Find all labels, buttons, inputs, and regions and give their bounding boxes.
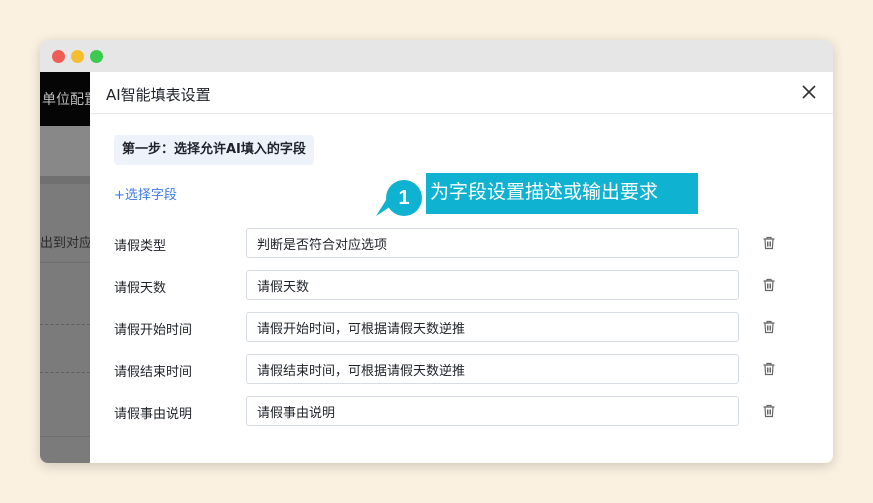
field-row: 请假开始时间 <box>114 312 833 344</box>
field-description-input[interactable] <box>246 354 739 384</box>
background-divider <box>40 324 90 325</box>
background-divider <box>40 176 90 184</box>
trash-icon[interactable] <box>762 404 776 418</box>
background-header-text: 单位配置 <box>42 92 90 108</box>
close-window-button[interactable] <box>52 50 65 63</box>
trash-icon[interactable] <box>762 278 776 292</box>
field-label: 请假事由说明 <box>114 407 193 422</box>
background-divider <box>40 436 90 437</box>
field-label: 请假开始时间 <box>114 323 193 338</box>
background-divider <box>40 262 90 263</box>
app-window: 单位配置 出到对应的 AI智能填表设置 第一步：选择允许AI填入的字段 +选择字… <box>40 40 833 463</box>
field-row: 请假天数 <box>114 270 833 302</box>
minimize-window-button[interactable] <box>71 50 84 63</box>
dialog-title: AI智能填表设置 <box>106 86 211 104</box>
field-label: 请假天数 <box>114 281 167 296</box>
trash-icon[interactable] <box>762 362 776 376</box>
background-app: 单位配置 出到对应的 <box>40 72 90 463</box>
background-header: 单位配置 <box>40 72 90 126</box>
field-description-input[interactable] <box>246 228 739 258</box>
ai-fill-settings-dialog: AI智能填表设置 第一步：选择允许AI填入的字段 +选择字段 请假类型请假天数请… <box>90 72 833 463</box>
add-field-link[interactable]: +选择字段 <box>114 184 177 203</box>
window-titlebar <box>40 40 833 72</box>
field-label: 请假结束时间 <box>114 365 193 380</box>
trash-icon[interactable] <box>762 236 776 250</box>
maximize-window-button[interactable] <box>90 50 103 63</box>
trash-icon[interactable] <box>762 320 776 334</box>
field-row: 请假结束时间 <box>114 354 833 386</box>
field-description-input[interactable] <box>246 312 739 342</box>
field-row: 请假事由说明 <box>114 396 833 428</box>
callout-number-badge: 1 <box>386 180 422 216</box>
background-band <box>40 126 90 176</box>
close-icon[interactable] <box>801 84 817 100</box>
callout-text-box: 为字段设置描述或输出要求 <box>426 173 698 214</box>
background-divider <box>40 372 90 373</box>
background-row-text: 出到对应的 <box>40 236 90 251</box>
field-label: 请假类型 <box>114 239 167 254</box>
field-row: 请假类型 <box>114 228 833 260</box>
step-label: 第一步：选择允许AI填入的字段 <box>114 135 314 165</box>
dialog-header: AI智能填表设置 <box>90 72 833 114</box>
field-description-input[interactable] <box>246 270 739 300</box>
field-description-input[interactable] <box>246 396 739 426</box>
